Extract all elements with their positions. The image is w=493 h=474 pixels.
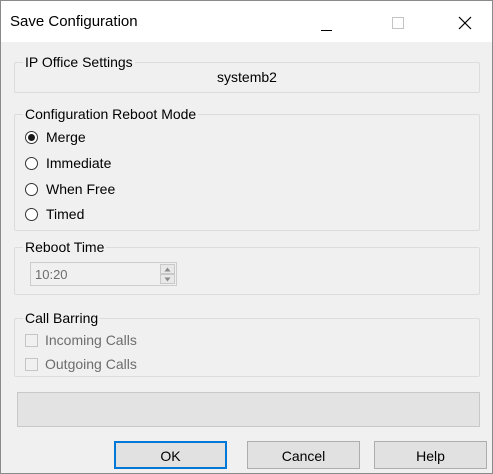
ip-office-settings-group: IP Office Settings systemb2	[14, 54, 480, 93]
radio-button[interactable]	[25, 182, 38, 196]
radio-label-when-free: When Free	[46, 181, 116, 197]
cancel-button[interactable]: Cancel	[247, 441, 360, 469]
call-barring-legend: Call Barring	[23, 310, 101, 326]
save-configuration-dialog: Save Configuration IP Office Settings sy…	[0, 0, 493, 474]
reboot-time-value: 10:20	[35, 267, 68, 282]
maximize-button[interactable]	[376, 1, 422, 42]
spin-up-button[interactable]	[160, 264, 175, 274]
close-button[interactable]	[444, 1, 490, 42]
radio-label-merge: Merge	[46, 129, 86, 145]
chevron-up-icon	[164, 267, 171, 272]
checkbox-incoming-calls[interactable]: Incoming Calls	[25, 330, 137, 350]
reboot-mode-group: Configuration Reboot Mode Merge Immediat…	[14, 106, 480, 231]
close-icon	[458, 16, 472, 30]
checkbox[interactable]	[25, 333, 38, 347]
reboot-time-legend: Reboot Time	[23, 239, 107, 255]
maximize-icon	[392, 17, 404, 29]
ok-button[interactable]: OK	[114, 441, 227, 469]
checkbox-outgoing-calls[interactable]: Outgoing Calls	[25, 354, 137, 374]
chevron-down-icon	[164, 277, 171, 282]
checkbox[interactable]	[25, 357, 38, 371]
system-name: systemb2	[217, 69, 277, 85]
checkbox-label-incoming: Incoming Calls	[45, 332, 137, 348]
radio-timed[interactable]: Timed	[25, 204, 84, 224]
radio-immediate[interactable]: Immediate	[25, 153, 111, 173]
radio-button[interactable]	[25, 156, 38, 170]
reboot-time-group: Reboot Time 10:20	[14, 239, 480, 295]
minimize-icon	[321, 30, 332, 31]
radio-button[interactable]	[25, 207, 38, 221]
reboot-time-input[interactable]: 10:20	[30, 262, 177, 286]
ip-office-settings-legend: IP Office Settings	[23, 54, 135, 70]
window-title: Save Configuration	[10, 13, 138, 30]
checkbox-label-outgoing: Outgoing Calls	[45, 356, 137, 372]
radio-when-free[interactable]: When Free	[25, 179, 115, 199]
radio-label-timed: Timed	[46, 206, 85, 222]
radio-button-checked[interactable]	[25, 130, 38, 144]
help-button[interactable]: Help	[374, 441, 487, 469]
title-bar[interactable]: Save Configuration	[1, 1, 492, 42]
radio-label-immediate: Immediate	[46, 155, 112, 171]
minimize-button[interactable]	[308, 1, 354, 42]
call-barring-group: Call Barring Incoming Calls Outgoing Cal…	[14, 310, 480, 377]
time-spinner[interactable]	[160, 264, 175, 284]
radio-merge[interactable]: Merge	[25, 127, 86, 147]
status-bar	[17, 392, 480, 427]
spin-down-button[interactable]	[160, 274, 175, 284]
reboot-mode-legend: Configuration Reboot Mode	[23, 106, 199, 122]
